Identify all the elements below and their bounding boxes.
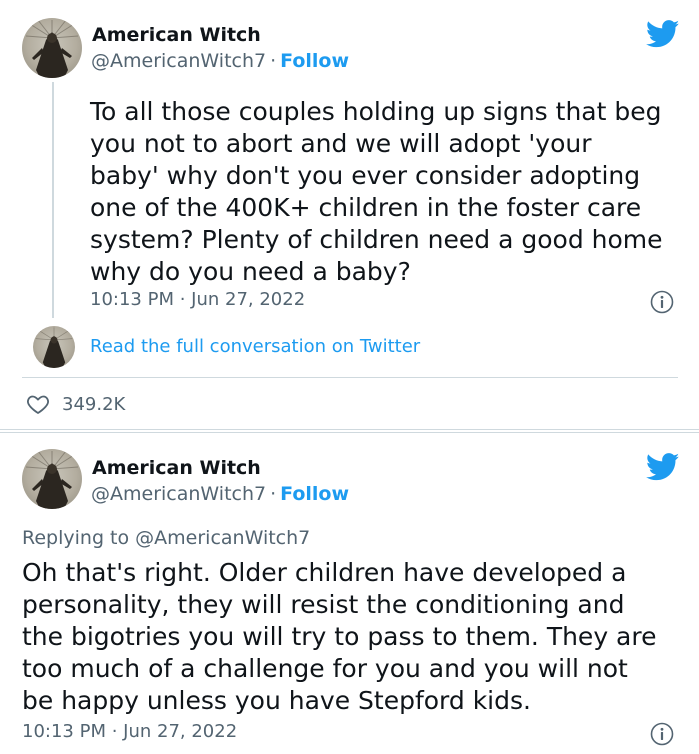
- tweet-text-line: baby' why don't you ever consider adopti…: [90, 161, 641, 190]
- tweet-text-line: To all those couples holding up signs th…: [90, 97, 662, 126]
- author-handle[interactable]: @AmericanWitch7: [91, 50, 266, 72]
- handle-row: @AmericanWitch7 · Follow: [91, 50, 349, 72]
- tweet-timestamp[interactable]: 10:13 PM · Jun 27, 2022: [90, 289, 305, 310]
- tweet-text-line: personality, they will resist the condit…: [22, 590, 625, 619]
- tweet-text-line: one of the 400K+ children in the foster …: [90, 193, 642, 222]
- tweet-timestamp[interactable]: 10:13 PM · Jun 27, 2022: [22, 721, 237, 742]
- avatar[interactable]: [22, 18, 82, 78]
- heart-icon: [27, 395, 49, 414]
- tweet-text-line: too much of a challenge for you and you …: [22, 654, 628, 683]
- author-name[interactable]: American Witch: [92, 457, 261, 479]
- separator: ·: [270, 483, 277, 505]
- tweet-card[interactable]: American Witch @AmericanWitch7 · Follow Re…: [0, 432, 699, 754]
- separator: ·: [270, 50, 277, 72]
- divider: [22, 377, 678, 378]
- tweet-text-line: the bigotries you will try to pass to th…: [22, 622, 657, 651]
- follow-button[interactable]: Follow: [280, 483, 349, 505]
- tweet-text-line: system? Plenty of children need a good h…: [90, 225, 663, 254]
- read-full-conversation-link[interactable]: Read the full conversation on Twitter: [90, 336, 420, 357]
- avatar[interactable]: [33, 326, 75, 368]
- info-icon[interactable]: [650, 722, 674, 746]
- twitter-bird-icon[interactable]: [646, 20, 680, 48]
- follow-button[interactable]: Follow: [280, 50, 349, 72]
- info-icon[interactable]: [650, 290, 674, 314]
- avatar[interactable]: [22, 449, 82, 509]
- tweet-text-line: you not to abort and we will adopt 'your: [90, 129, 592, 158]
- tweet-text-line: be happy unless you have Stepford kids.: [22, 686, 531, 715]
- like-button[interactable]: 349.2K: [26, 392, 125, 416]
- replying-to[interactable]: Replying to @AmericanWitch7: [22, 527, 310, 549]
- tweet-text: To all those couples holding up signs th…: [90, 96, 663, 288]
- tweet-text-line: why do you need a baby?: [90, 257, 411, 286]
- author-name[interactable]: American Witch: [92, 24, 261, 46]
- thread-line: [52, 82, 54, 318]
- like-count: 349.2K: [62, 393, 126, 415]
- tweet-card[interactable]: American Witch @AmericanWitch7 · Follow To…: [0, 0, 699, 430]
- handle-row: @AmericanWitch7 · Follow: [91, 483, 349, 505]
- twitter-bird-icon[interactable]: [646, 453, 680, 481]
- author-handle[interactable]: @AmericanWitch7: [91, 483, 266, 505]
- tweet-text-line: Oh that's right. Older children have dev…: [22, 558, 627, 587]
- tweet-text: Oh that's right. Older children have dev…: [22, 557, 657, 717]
